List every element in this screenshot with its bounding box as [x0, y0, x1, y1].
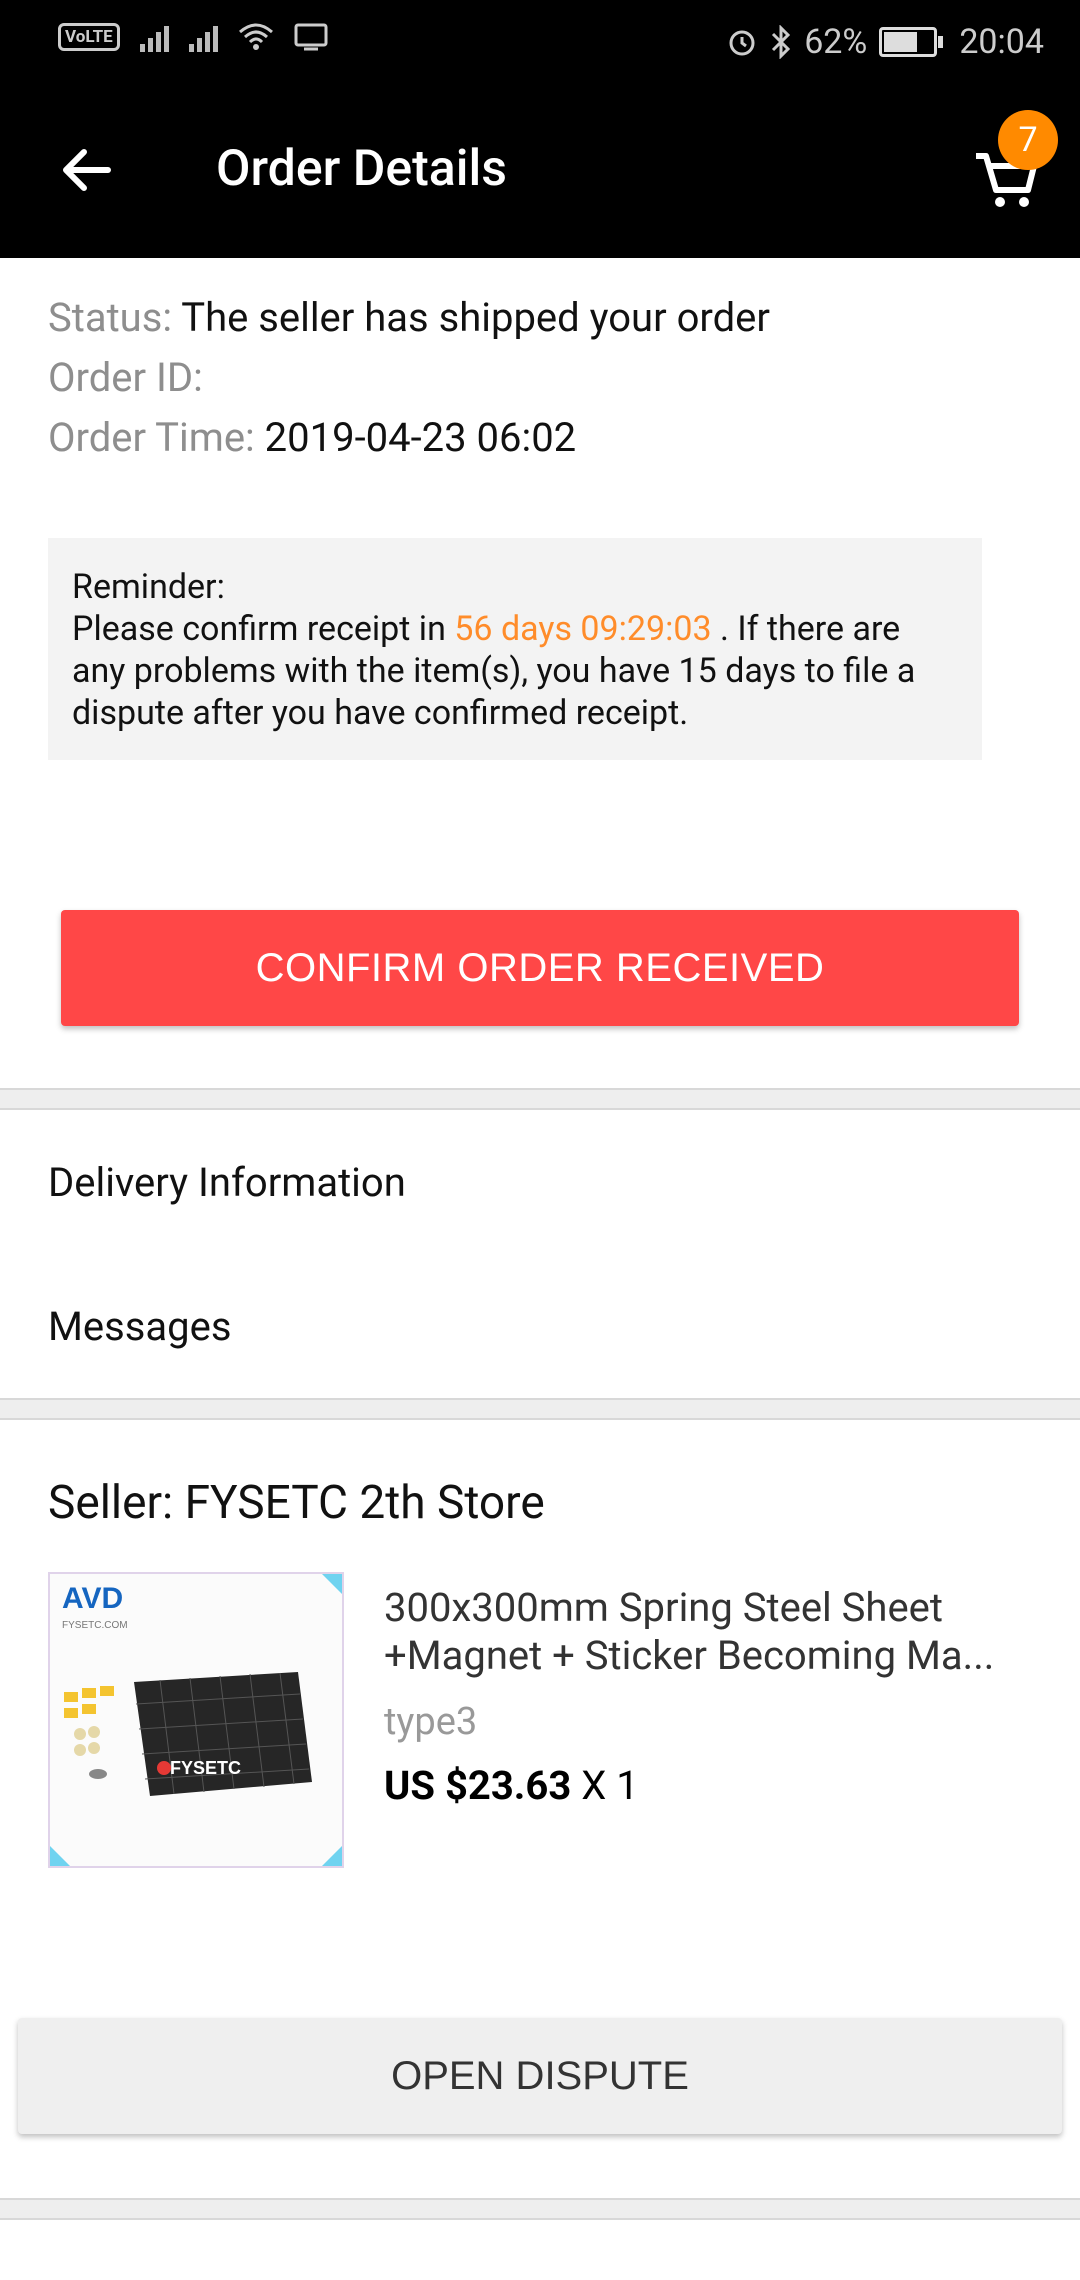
product-item[interactable]: AVD FYSETC.COM FYSETC 300x300mm Spring S…	[0, 1550, 1080, 1890]
status-line: Status: The seller has shipped your orde…	[48, 288, 1032, 348]
reminder-box: Reminder: Please confirm receipt in 56 d…	[48, 538, 982, 760]
wifi-icon	[238, 23, 273, 50]
product-variant: type3	[384, 1700, 478, 1744]
app-bar: Order Details 7	[0, 90, 1080, 258]
svg-text:AVD: AVD	[62, 1582, 123, 1615]
product-title[interactable]: 300x300mm Spring Steel Sheet +Magnet + S…	[384, 1584, 1034, 1680]
order-time-value: 2019-04-23 06:02	[264, 414, 577, 461]
page-title: Order Details	[216, 140, 507, 198]
status-bar-left: VoLTE	[58, 22, 328, 52]
status-bar-right: 62% 20:04	[726, 22, 1044, 62]
reminder-title: Reminder:	[72, 567, 225, 607]
product-image-site: FYSETC.COM	[62, 1620, 128, 1631]
product-price-line: US $23.63 X 1	[384, 1762, 639, 1809]
seller-name[interactable]: Seller: FYSETC 2th Store	[0, 1420, 1080, 1550]
bluetooth-icon	[772, 25, 791, 59]
open-dispute-button[interactable]: OPEN DISPUTE	[18, 2018, 1062, 2134]
countdown-timer: 56 days 09:29:03	[454, 609, 712, 649]
volte-icon: VoLTE	[58, 23, 120, 51]
signal-icon	[139, 22, 169, 52]
messages-row[interactable]: Messages	[0, 1254, 1080, 1398]
product-price: US $23.63	[384, 1762, 572, 1809]
status-value: The seller has shipped your order	[181, 294, 770, 341]
product-quantity: X 1	[581, 1762, 639, 1809]
alarm-icon	[729, 30, 755, 56]
signal-icon-2	[188, 22, 218, 52]
product-image-brand: FYSETC	[170, 1758, 241, 1778]
order-time-line: Order Time: 2019-04-23 06:02	[48, 408, 1032, 468]
clock: 20:04	[959, 22, 1044, 62]
product-title-line-2: +Magnet + Sticker Becoming Ma...	[384, 1632, 995, 1679]
order-id-line: Order ID:	[48, 348, 1032, 408]
screen-cast-icon	[294, 23, 328, 51]
cart-count-badge: 7	[998, 110, 1058, 170]
confirm-order-received-button[interactable]: CONFIRM ORDER RECEIVED	[61, 910, 1019, 1026]
reminder-text: Please confirm receipt in 56 days 09:29:…	[72, 608, 958, 734]
back-arrow-icon[interactable]	[56, 140, 116, 200]
order-time-label: Order Time:	[48, 414, 255, 461]
product-thumbnail[interactable]: AVD FYSETC.COM FYSETC	[48, 1572, 344, 1868]
order-info-section: Status: The seller has shipped your orde…	[0, 258, 1080, 1088]
product-image: AVD FYSETC.COM FYSETC	[50, 1574, 342, 1866]
section-divider-bottom	[0, 2198, 1080, 2220]
order-id-label: Order ID:	[48, 354, 203, 401]
reminder-text-before: Please confirm receipt in	[72, 609, 455, 649]
section-divider	[0, 1398, 1080, 1420]
battery-percent: 62%	[804, 22, 868, 62]
product-title-line-1: 300x300mm Spring Steel Sheet	[384, 1584, 943, 1631]
battery-icon	[879, 27, 944, 57]
status-bar: VoLTE 62% 20:04	[0, 0, 1080, 90]
delivery-information-row[interactable]: Delivery Information	[0, 1110, 1080, 1254]
status-label: Status:	[48, 294, 173, 341]
section-divider	[0, 1088, 1080, 1110]
